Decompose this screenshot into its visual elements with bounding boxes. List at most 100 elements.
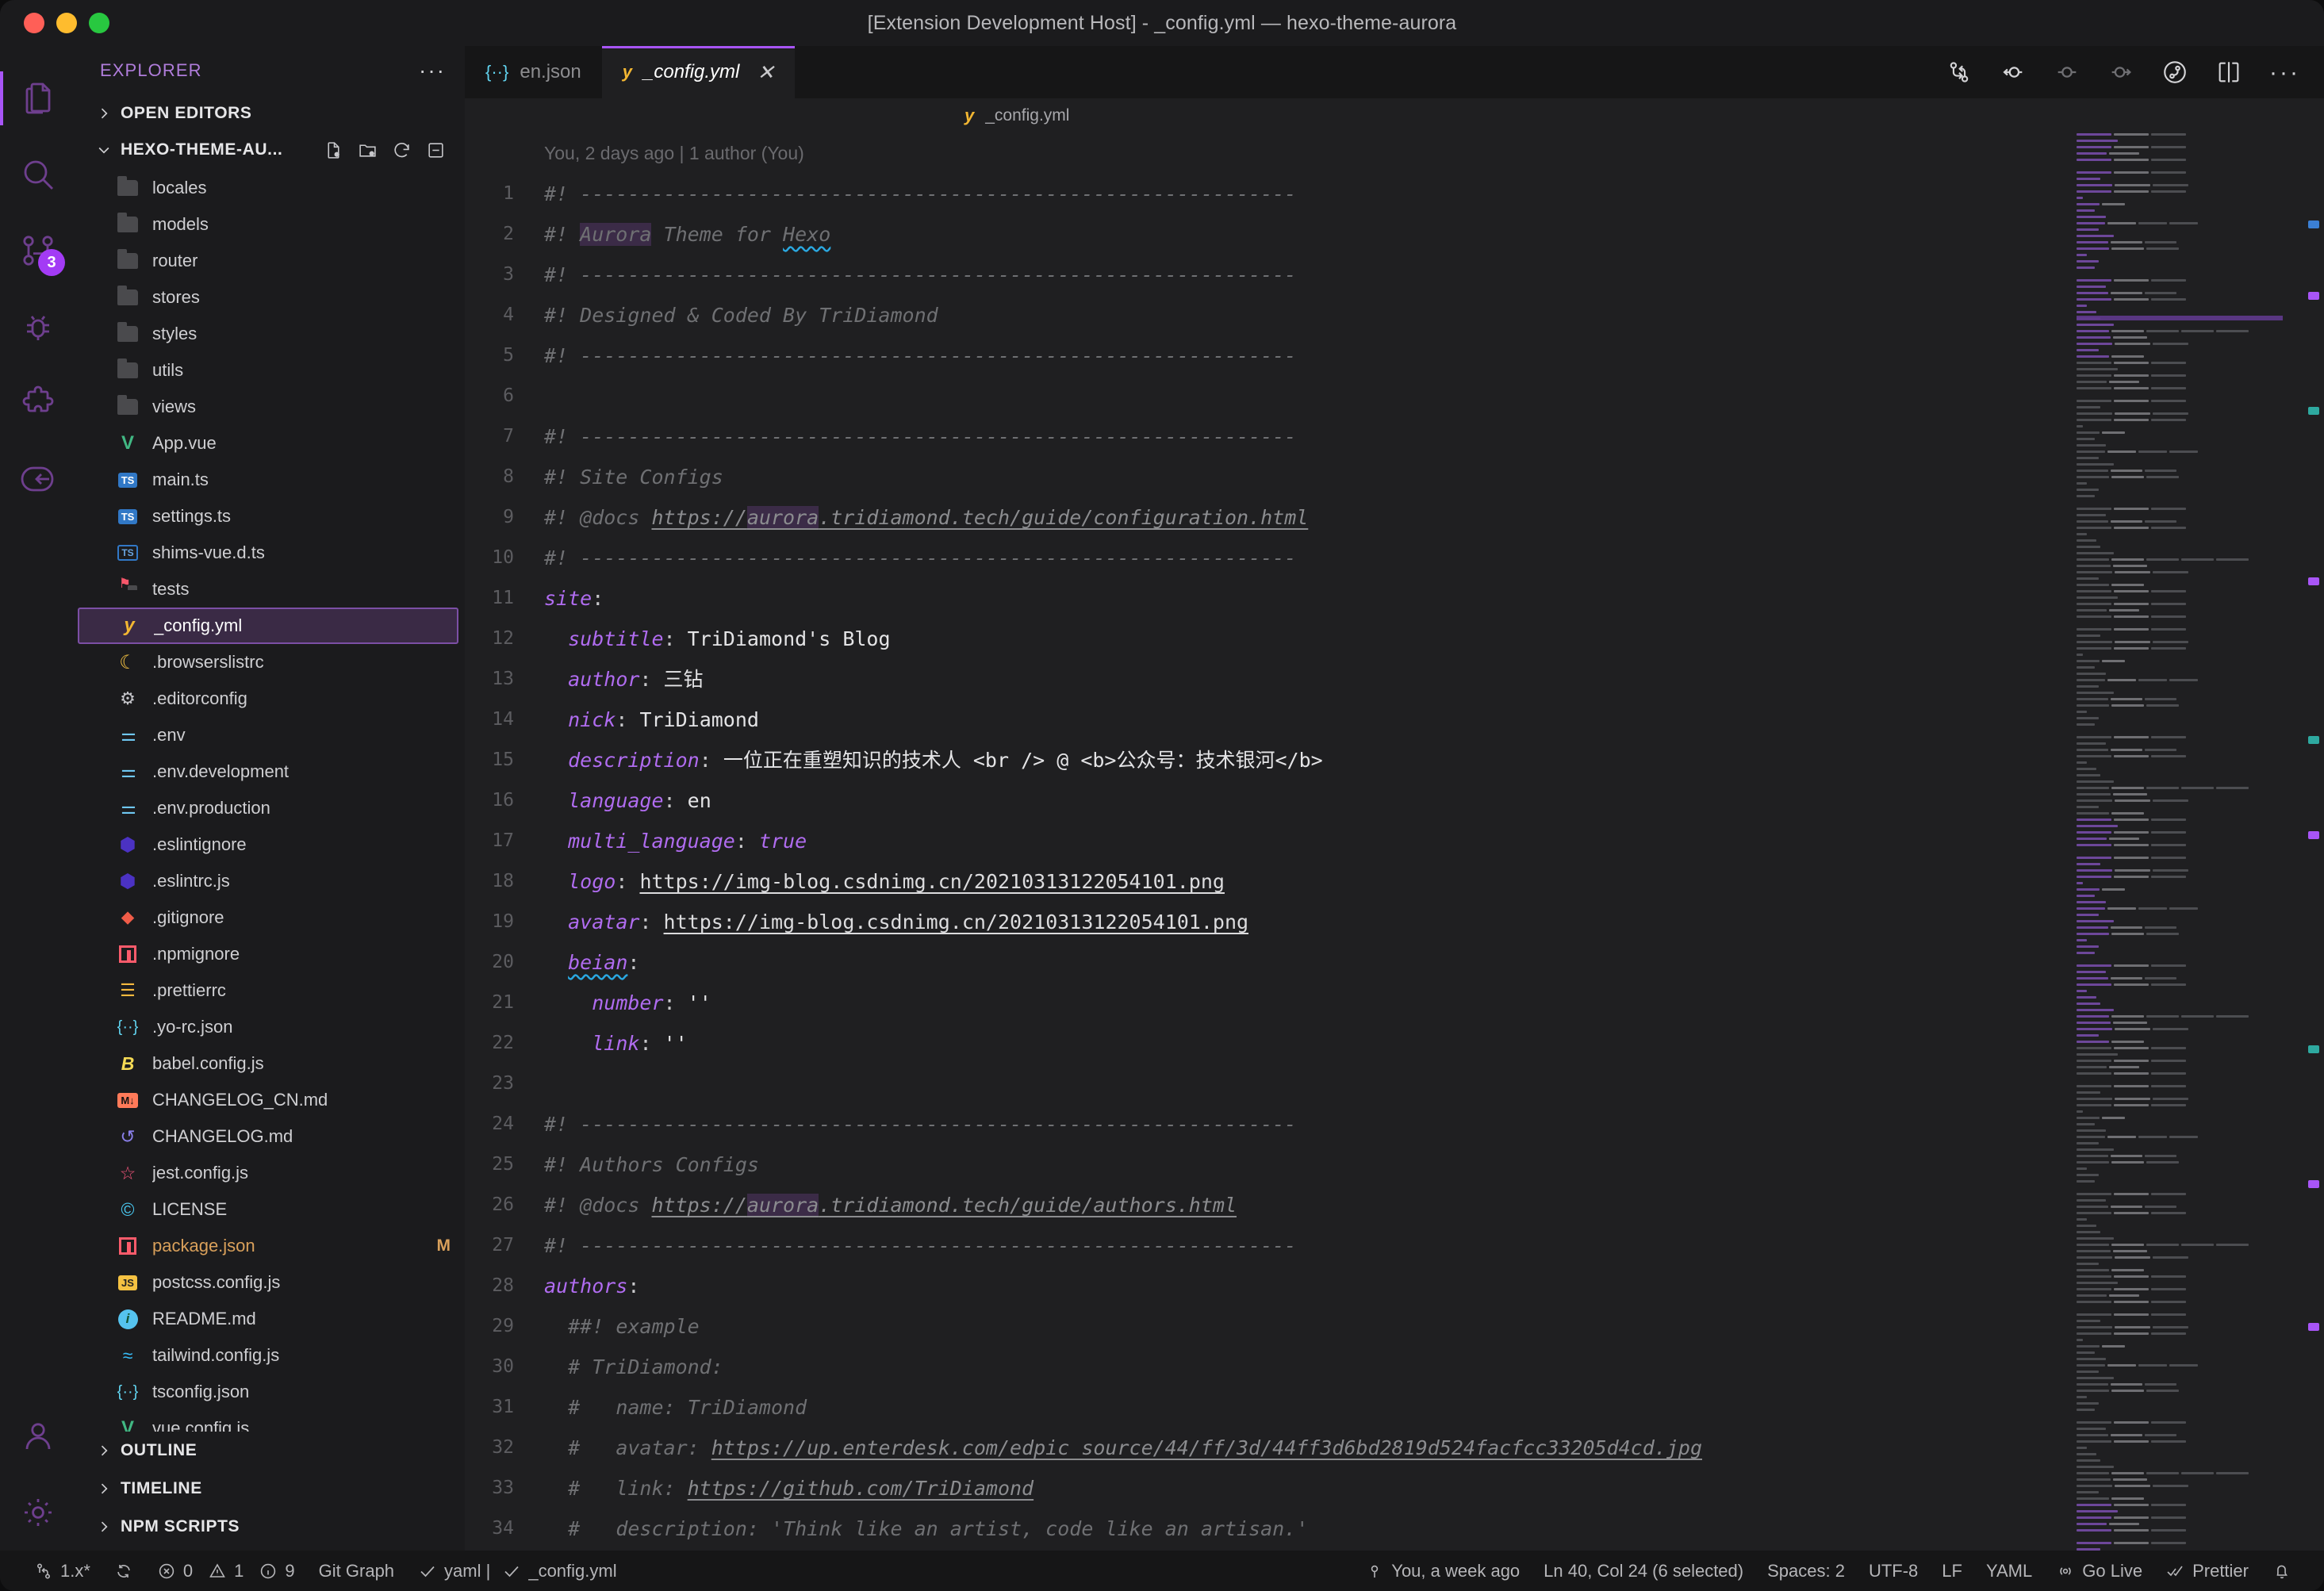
status-cursor-position[interactable]: Ln 40, Col 24 (6 selected)	[1532, 1551, 1755, 1591]
tree-item-changelog-md[interactable]: ↺ CHANGELOG.md	[76, 1118, 465, 1155]
code-line[interactable]: 10 #! -----------------------------------…	[465, 538, 2324, 578]
code-line[interactable]: 31 # name: TriDiamond	[465, 1387, 2324, 1428]
sidebar-section-workspace[interactable]: HEXO-THEME-AU...	[76, 132, 465, 168]
status-git-graph[interactable]: Git Graph	[307, 1551, 406, 1591]
current-change-icon[interactable]	[2054, 59, 2080, 86]
code-line[interactable]: 35 # socials:	[465, 1549, 2324, 1551]
sidebar-section-outline[interactable]: OUTLINE	[76, 1432, 465, 1470]
tree-item-settings-ts[interactable]: TS settings.ts	[76, 498, 465, 535]
status-config-validation[interactable]: _config.yml	[502, 1551, 628, 1591]
previous-change-icon[interactable]	[2000, 59, 2027, 86]
tree-item-main-ts[interactable]: TS main.ts	[76, 462, 465, 498]
tree-item-eslintrc-js[interactable]: ⬢ .eslintrc.js	[76, 863, 465, 899]
sidebar-section-timeline[interactable]: TIMELINE	[76, 1470, 465, 1508]
code-editor[interactable]: You, 2 days ago | 1 author (You) 1 #! ---…	[465, 133, 2324, 1551]
tree-item-utils[interactable]: utils	[76, 352, 465, 389]
code-line[interactable]: 11 site:	[465, 578, 2324, 619]
tree-item-router[interactable]: router	[76, 243, 465, 279]
code-line[interactable]: 19 avatar: https://img-blog.csdnimg.cn/2…	[465, 902, 2324, 942]
code-line[interactable]: 17 multi_language: true	[465, 821, 2324, 861]
status-go-live[interactable]: Go Live	[2044, 1551, 2154, 1591]
tree-item-env[interactable]: ⚌ .env	[76, 717, 465, 753]
compare-changes-icon[interactable]	[1946, 59, 1973, 86]
tree-item-shims-vue-d-ts[interactable]: TS shims-vue.d.ts	[76, 535, 465, 571]
tree-item-editorconfig[interactable]: ⚙ .editorconfig	[76, 680, 465, 717]
tree-item-models[interactable]: models	[76, 206, 465, 243]
code-line[interactable]: 1 #! ------------------------------------…	[465, 174, 2324, 214]
code-line[interactable]: 23	[465, 1064, 2324, 1104]
status-yaml-validation[interactable]: yaml |	[406, 1551, 502, 1591]
activity-item-run-and-debug[interactable]	[0, 289, 76, 365]
tree-item-browserslistrc[interactable]: ☾ .browserslistrc	[76, 644, 465, 680]
code-line[interactable]: 15 description: 一位正在重塑知识的技术人 <br /> @ <b…	[465, 740, 2324, 780]
tree-item-tsconfig-json[interactable]: {··} tsconfig.json	[76, 1374, 465, 1410]
sidebar-section-npm-scripts[interactable]: NPM SCRIPTS	[76, 1508, 465, 1546]
close-tab-icon[interactable]: ✕	[757, 62, 774, 82]
tree-item-views[interactable]: views	[76, 389, 465, 425]
tree-item-readme-md[interactable]: i README.md	[76, 1301, 465, 1337]
code-line[interactable]: 13 author: 三钻	[465, 659, 2324, 700]
status-language-mode[interactable]: YAML	[1974, 1551, 2044, 1591]
code-line[interactable]: 34 # description: 'Think like an artist,…	[465, 1509, 2324, 1549]
tree-item-styles[interactable]: styles	[76, 316, 465, 352]
code-line[interactable]: 14 nick: TriDiamond	[465, 700, 2324, 740]
status-branch[interactable]: 1.x*	[22, 1551, 102, 1591]
code-line[interactable]: 5 #! ------------------------------------…	[465, 335, 2324, 376]
next-change-icon[interactable]	[2107, 59, 2134, 86]
tab-en-json[interactable]: {··} en.json	[465, 46, 602, 98]
tab-config-yml[interactable]: y _config.yml ✕	[601, 46, 796, 98]
code-line[interactable]: 21 number: ''	[465, 983, 2324, 1023]
tree-item-locales[interactable]: locales	[76, 170, 465, 206]
tree-item-tests[interactable]: ⚑ tests	[76, 571, 465, 608]
status-notifications[interactable]	[2261, 1551, 2303, 1591]
code-line[interactable]: 2 #! Aurora Theme for Hexo	[465, 214, 2324, 255]
tree-item-prettierrc[interactable]: ☰ .prettierrc	[76, 972, 465, 1009]
refresh-icon[interactable]	[392, 140, 412, 160]
status-eol[interactable]: LF	[1930, 1551, 1974, 1591]
code-line[interactable]: 18 logo: https://img-blog.csdnimg.cn/202…	[465, 861, 2324, 902]
more-actions-icon[interactable]: ···	[2269, 60, 2300, 84]
activity-item-remote-explorer[interactable]	[0, 441, 76, 517]
code-scroll-area[interactable]: You, 2 days ago | 1 author (You) 1 #! ---…	[465, 133, 2324, 1551]
tree-item-postcss-config-js[interactable]: JS postcss.config.js	[76, 1264, 465, 1301]
split-editor-icon[interactable]	[2215, 59, 2242, 86]
new-file-icon[interactable]	[324, 140, 343, 160]
tree-item-changelog-cn-md[interactable]: M↓ CHANGELOG_CN.md	[76, 1082, 465, 1118]
code-line[interactable]: 9 #! @docs https://aurora.tridiamond.tech…	[465, 497, 2324, 538]
tree-item-package-json[interactable]: package.json M	[76, 1228, 465, 1264]
tree-item-tailwind-config-js[interactable]: ≈ tailwind.config.js	[76, 1337, 465, 1374]
minimize-window-button[interactable]	[56, 13, 77, 33]
sidebar-section-open-editors[interactable]: OPEN EDITORS	[76, 95, 465, 132]
new-folder-icon[interactable]	[358, 140, 378, 160]
tree-item-app-vue[interactable]: V App.vue	[76, 425, 465, 462]
code-line[interactable]: 7 #! ------------------------------------…	[465, 416, 2324, 457]
code-line[interactable]: 20 beian:	[465, 942, 2324, 983]
tree-item-jest-config-js[interactable]: ☆ jest.config.js	[76, 1155, 465, 1191]
breadcrumb[interactable]: y _config.yml	[465, 98, 2324, 133]
git-lens-icon[interactable]	[2161, 59, 2188, 86]
code-line[interactable]: 12 subtitle: TriDiamond's Blog	[465, 619, 2324, 659]
window-controls[interactable]	[0, 13, 109, 33]
maximize-window-button[interactable]	[89, 13, 109, 33]
code-line[interactable]: 3 #! ------------------------------------…	[465, 255, 2324, 295]
tree-item-stores[interactable]: stores	[76, 279, 465, 316]
tree-item-license[interactable]: © LICENSE	[76, 1191, 465, 1228]
code-line[interactable]: 33 # link: https://github.com/TriDiamond	[465, 1468, 2324, 1509]
code-line[interactable]: 28 authors:	[465, 1266, 2324, 1306]
tree-item-babel-config-js[interactable]: Bbabel.config.js	[76, 1045, 465, 1082]
tree-item-vue-config-js[interactable]: Vvue.config.js	[76, 1410, 465, 1432]
activity-item-explorer[interactable]	[0, 60, 76, 136]
activity-item-accounts[interactable]	[0, 1398, 76, 1474]
activity-item-extensions[interactable]	[0, 365, 76, 441]
tree-item-npmignore[interactable]: .npmignore	[76, 936, 465, 972]
tree-item-eslintignore[interactable]: ⬢ .eslintignore	[76, 826, 465, 863]
status-indentation[interactable]: Spaces: 2	[1755, 1551, 1857, 1591]
code-line[interactable]: 8 #! Site Configs	[465, 457, 2324, 497]
activity-item-source-control[interactable]: 3	[0, 213, 76, 289]
code-line[interactable]: 25 #! Authors Configs	[465, 1144, 2324, 1185]
status-prettier[interactable]: Prettier	[2154, 1551, 2261, 1591]
sidebar-more-icon[interactable]: ···	[419, 59, 446, 81]
code-line[interactable]: 22 link: ''	[465, 1023, 2324, 1064]
status-problems[interactable]: 0 1 9	[145, 1551, 307, 1591]
overview-ruler[interactable]	[2286, 133, 2324, 1551]
